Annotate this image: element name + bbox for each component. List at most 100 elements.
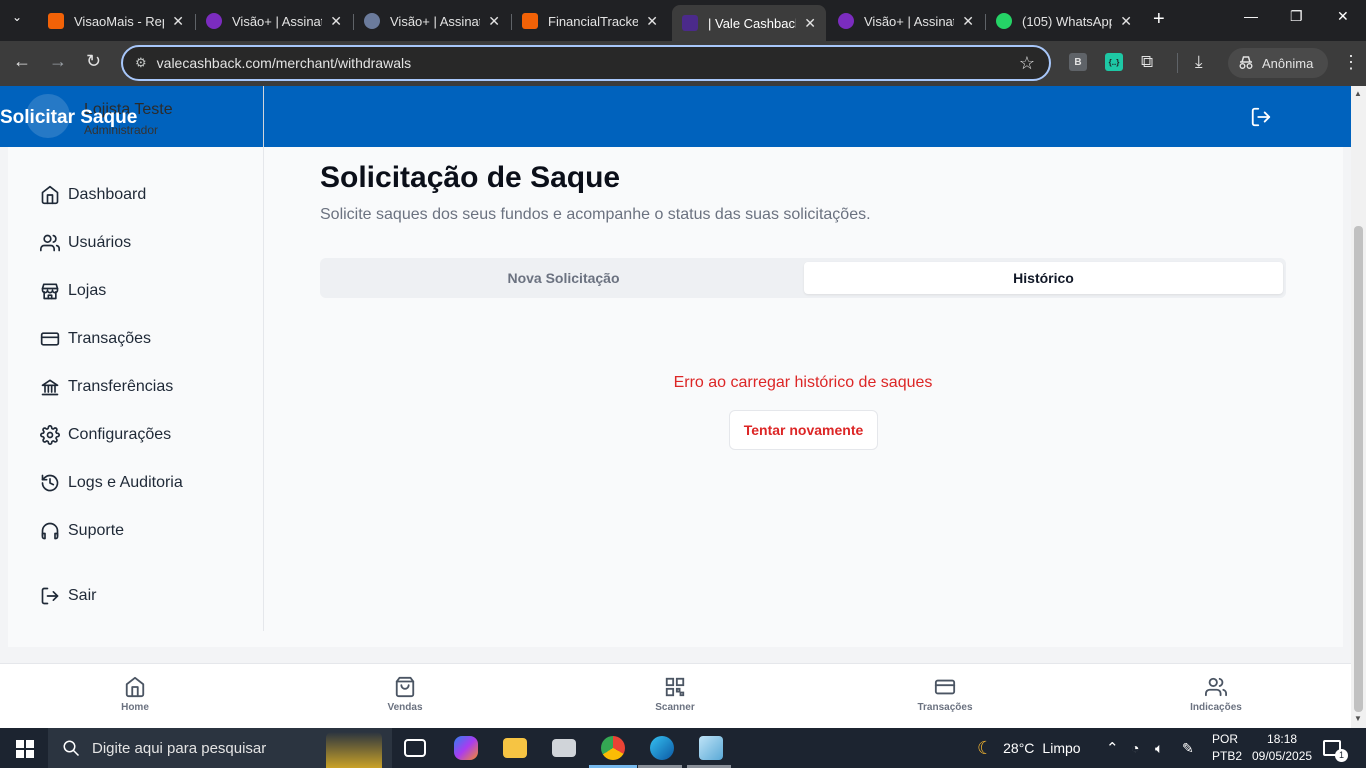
browser-tab[interactable]: FinancialTracker ✕ [512, 6, 668, 36]
clock[interactable]: 18:18 09/05/2025 [1252, 731, 1312, 765]
sidebar-item-suporte[interactable]: Suporte [40, 519, 124, 543]
scroll-down-arrow-icon[interactable]: ▼ [1354, 714, 1362, 723]
volume-icon[interactable]: 🔈︎ [1155, 728, 1163, 768]
copilot-icon[interactable] [454, 736, 478, 760]
task-view-icon[interactable] [404, 739, 426, 757]
credit-card-icon [40, 332, 60, 346]
history-icon [41, 474, 59, 492]
mail-icon[interactable] [552, 739, 576, 757]
back-icon[interactable]: ← [13, 51, 31, 72]
search-icon [63, 740, 80, 757]
sidebar-item-transacoes[interactable]: Transações [40, 327, 151, 351]
bottom-nav-label: Vendas [387, 702, 423, 713]
favicon-icon [48, 13, 64, 29]
tray-chevron-icon[interactable]: ⌃ [1106, 728, 1119, 768]
address-bar[interactable]: ⚙ valecashback.com/merchant/withdrawals … [121, 45, 1051, 81]
network-icon[interactable]: ◔ [1131, 728, 1139, 768]
bottom-nav-home[interactable]: Home [95, 676, 175, 713]
close-tab-icon[interactable]: ✕ [646, 13, 658, 30]
close-tab-icon[interactable]: ✕ [488, 13, 500, 30]
edge-icon[interactable] [650, 736, 674, 760]
sidebar-item-label: Transações [68, 330, 151, 347]
incognito-badge[interactable]: Anônima [1228, 48, 1328, 78]
tab-search-chevron-icon[interactable]: ⌄ [12, 10, 22, 24]
download-icon[interactable]: ⤓ [1195, 52, 1203, 72]
keyboard-layout: PTB2 [1212, 749, 1243, 763]
tab-title: | Vale Cashback [708, 15, 797, 31]
tab-historico[interactable]: Histórico [804, 262, 1283, 294]
chrome-icon[interactable] [601, 736, 625, 760]
minimize-icon[interactable]: — [1244, 8, 1258, 24]
sidebar-item-dashboard[interactable]: Dashboard [40, 183, 146, 207]
bottom-nav-scanner[interactable]: Scanner [635, 676, 715, 713]
store-icon [41, 283, 59, 300]
close-tab-icon[interactable]: ✕ [1120, 13, 1132, 30]
sidebar-item-sair[interactable]: Sair [40, 584, 96, 608]
tab-nova-solicitacao[interactable]: Nova Solicitação [324, 262, 803, 294]
error-message: Erro ao carregar histórico de saques [673, 374, 933, 391]
bottom-navigation: Home Vendas Scanner Transações Indicaçõe… [0, 663, 1351, 728]
language-indicator[interactable]: POR PTB2 [1212, 731, 1242, 765]
extensions-puzzle-icon[interactable]: ⧉ [1141, 52, 1153, 72]
browser-tab[interactable]: Visão+ | Assinat ✕ [354, 6, 510, 36]
sidebar-item-lojas[interactable]: Lojas [40, 279, 106, 303]
moon-icon: ☾ [977, 737, 994, 758]
bottom-nav-label: Home [121, 702, 149, 713]
bottom-nav-indicacoes[interactable]: Indicações [1176, 676, 1256, 713]
extension-json-icon[interactable]: {..} [1105, 53, 1123, 71]
sidebar-item-transferencias[interactable]: Transferências [40, 375, 173, 399]
taskbar-search[interactable]: Digite aqui para pesquisar [48, 728, 392, 768]
scroll-up-arrow-icon[interactable]: ▲ [1354, 89, 1362, 98]
bottom-nav-label: Indicações [1190, 702, 1242, 713]
reload-icon[interactable]: ↻ [86, 51, 101, 72]
qr-code-icon [665, 677, 685, 697]
site-info-icon[interactable]: ⚙ [135, 55, 147, 71]
notification-center-icon[interactable]: 1 [1323, 728, 1348, 768]
sidebar-item-usuarios[interactable]: Usuários [40, 231, 131, 255]
windows-start-button[interactable] [16, 740, 34, 763]
app-header: Lojista Teste Administrador Solicitar Sa… [0, 86, 1351, 147]
weather-widget[interactable]: ☾ 28°C Limpo [977, 728, 1081, 768]
app-icon[interactable] [699, 736, 723, 760]
sidebar-item-configuracoes[interactable]: Configurações [40, 423, 171, 447]
browser-menu-icon[interactable]: ⋮ [1342, 52, 1360, 73]
browser-tab[interactable]: VisaoMais - Repl ✕ [38, 6, 194, 36]
weather-condition: Limpo [1042, 740, 1081, 756]
browser-tab-active[interactable]: | Vale Cashback ✕ [672, 5, 826, 41]
bottom-nav-transacoes[interactable]: Transações [905, 676, 985, 713]
app-page: Lojista Teste Administrador Solicitar Sa… [0, 86, 1351, 728]
tab-title: Visão+ | Assinat [390, 13, 481, 29]
notification-count: 1 [1335, 748, 1348, 762]
close-tab-icon[interactable]: ✕ [804, 15, 816, 32]
bookmark-star-icon[interactable]: ☆ [1019, 53, 1035, 74]
pen-icon[interactable]: ✎ [1182, 728, 1194, 768]
new-tab-icon[interactable]: + [1153, 8, 1165, 31]
sidebar-item-logs[interactable]: Logs e Auditoria [40, 471, 183, 495]
close-tab-icon[interactable]: ✕ [330, 13, 342, 30]
retry-button[interactable]: Tentar novamente [729, 410, 878, 450]
close-window-icon[interactable]: ✕ [1337, 8, 1349, 25]
browser-tab[interactable]: (105) WhatsApp ✕ [986, 6, 1142, 36]
bank-icon [41, 379, 59, 396]
home-icon [125, 676, 145, 698]
scrollbar-thumb[interactable] [1354, 226, 1363, 712]
sidebar-item-label: Suporte [68, 522, 125, 539]
browser-tab[interactable]: Visão+ | Assinat ✕ [828, 6, 984, 36]
page-scrollbar[interactable]: ▲ ▼ [1351, 86, 1366, 728]
extension-b-icon[interactable]: B [1069, 53, 1087, 71]
bottom-nav-vendas[interactable]: Vendas [365, 676, 445, 713]
clock-date: 09/05/2025 [1252, 749, 1313, 763]
browser-tab[interactable]: Visão+ | Assinat ✕ [196, 6, 352, 36]
windows-taskbar: Digite aqui para pesquisar ☾ 28°C Limpo … [0, 728, 1366, 768]
sidebar-item-label: Dashboard [68, 186, 147, 203]
forward-icon[interactable]: → [49, 51, 67, 72]
restore-icon[interactable]: ❐ [1290, 8, 1303, 25]
url-text[interactable]: valecashback.com/merchant/withdrawals [157, 55, 411, 71]
close-tab-icon[interactable]: ✕ [962, 13, 974, 30]
close-tab-icon[interactable]: ✕ [172, 13, 184, 30]
bottom-nav-label: Scanner [655, 702, 695, 713]
sidebar-item-label: Sair [68, 587, 97, 604]
tab-title: FinancialTracker [548, 13, 639, 29]
file-explorer-icon[interactable] [503, 738, 527, 758]
header-logout-button[interactable] [1250, 106, 1272, 133]
